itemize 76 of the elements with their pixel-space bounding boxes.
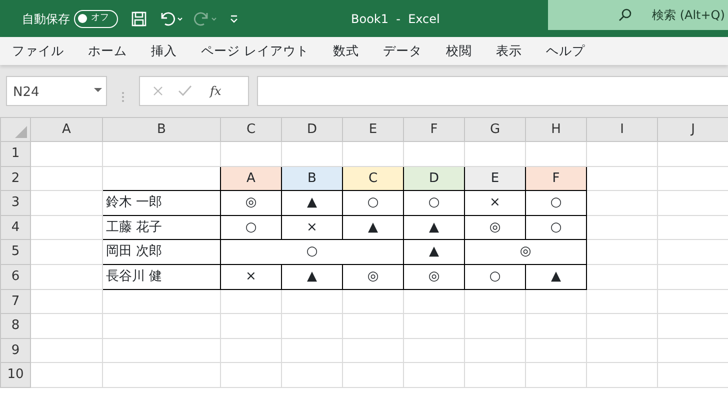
customize-icon[interactable]	[229, 14, 239, 24]
table-cell: C	[342, 166, 404, 191]
row-header[interactable]: 2	[0, 166, 30, 191]
table-cell: ○	[464, 264, 526, 290]
row-header[interactable]: 6	[0, 264, 30, 290]
column-header[interactable]: G	[464, 118, 526, 142]
table-cell: ○	[220, 240, 404, 264]
window-title: Book1 - Excel	[351, 10, 440, 28]
search-field[interactable]: 検索 (Alt+Q)	[548, 0, 728, 30]
menu-tab[interactable]: 表示	[496, 42, 522, 60]
column-header[interactable]: F	[404, 118, 464, 142]
table-cell: ×	[464, 190, 526, 216]
table-cell: A	[220, 166, 282, 191]
row-header[interactable]: 8	[0, 314, 30, 338]
autosave-toggle[interactable]: オフ	[74, 10, 118, 28]
menu-tab[interactable]: データ	[382, 42, 422, 60]
name-box[interactable]: N24	[6, 76, 107, 106]
table-cell: E	[464, 166, 526, 191]
row-header[interactable]: 1	[0, 142, 30, 166]
table-cell: ○	[404, 190, 464, 216]
column-header[interactable]: I	[586, 118, 658, 142]
column-header[interactable]: E	[342, 118, 404, 142]
table-cell: ◎	[464, 215, 526, 240]
table-cell: ▲	[526, 264, 586, 290]
menu-tab[interactable]: 数式	[332, 42, 359, 60]
table-cell: ○	[220, 215, 282, 240]
row-header[interactable]: 10	[0, 362, 30, 388]
menu-tab[interactable]: ファイル	[12, 42, 64, 60]
table-cell: 鈴木 一郎	[102, 190, 220, 216]
column-header[interactable]: A	[30, 118, 102, 142]
menu-tab[interactable]: ホーム	[88, 42, 127, 60]
check-icon[interactable]	[178, 85, 192, 97]
table-cell: 岡田 次郎	[102, 240, 220, 264]
table-cell: ◎	[220, 190, 282, 216]
table-cell: ▲	[404, 240, 464, 264]
search-icon	[618, 8, 632, 22]
table-cell: ◎	[404, 264, 464, 290]
table-cell: D	[404, 166, 464, 191]
column-header[interactable]: C	[220, 118, 282, 142]
table-cell: ○	[526, 190, 586, 216]
table-cell: 長谷川 健	[102, 264, 220, 290]
table-cell: ○	[526, 215, 586, 240]
column-header[interactable]: H	[526, 118, 586, 142]
table-cell: ▲	[282, 190, 342, 216]
undo-icon[interactable]	[159, 10, 185, 26]
column-header[interactable]: B	[102, 118, 220, 142]
caret-icon	[94, 88, 102, 93]
table-cell: ◎	[342, 264, 404, 290]
insert-function-button[interactable]: fx	[210, 82, 222, 100]
menu-tab[interactable]: 挿入	[151, 42, 177, 60]
table-cell: ○	[342, 190, 404, 216]
table-cell: ◎	[464, 240, 586, 264]
menu-tab[interactable]: 校閲	[446, 42, 472, 60]
column-header[interactable]: J	[658, 118, 728, 142]
formula-input[interactable]	[257, 76, 728, 106]
autosave-label: 自動保存	[22, 10, 70, 28]
table-cell: ▲	[282, 264, 342, 290]
table-cell: ×	[282, 215, 342, 240]
menu-tab[interactable]: ページ レイアウト	[201, 42, 309, 60]
table-cell: F	[526, 166, 586, 191]
table-cell: ×	[220, 264, 282, 290]
row-header[interactable]: 4	[0, 215, 30, 240]
table-cell: ▲	[342, 215, 404, 240]
row-header[interactable]: 5	[0, 240, 30, 264]
row-header[interactable]: 3	[0, 190, 30, 216]
select-all-icon[interactable]	[15, 126, 27, 138]
row-header[interactable]: 7	[0, 289, 30, 314]
menu-tab[interactable]: ヘルプ	[546, 42, 585, 60]
table-cell: B	[282, 166, 342, 191]
table-cell: 工藤 花子	[102, 215, 220, 240]
column-header[interactable]: D	[282, 118, 342, 142]
save-icon[interactable]	[131, 10, 147, 26]
table-cell: ▲	[404, 215, 464, 240]
drag-handle-icon[interactable]	[121, 90, 125, 102]
row-header[interactable]: 9	[0, 338, 30, 363]
cancel-icon[interactable]	[152, 85, 164, 97]
